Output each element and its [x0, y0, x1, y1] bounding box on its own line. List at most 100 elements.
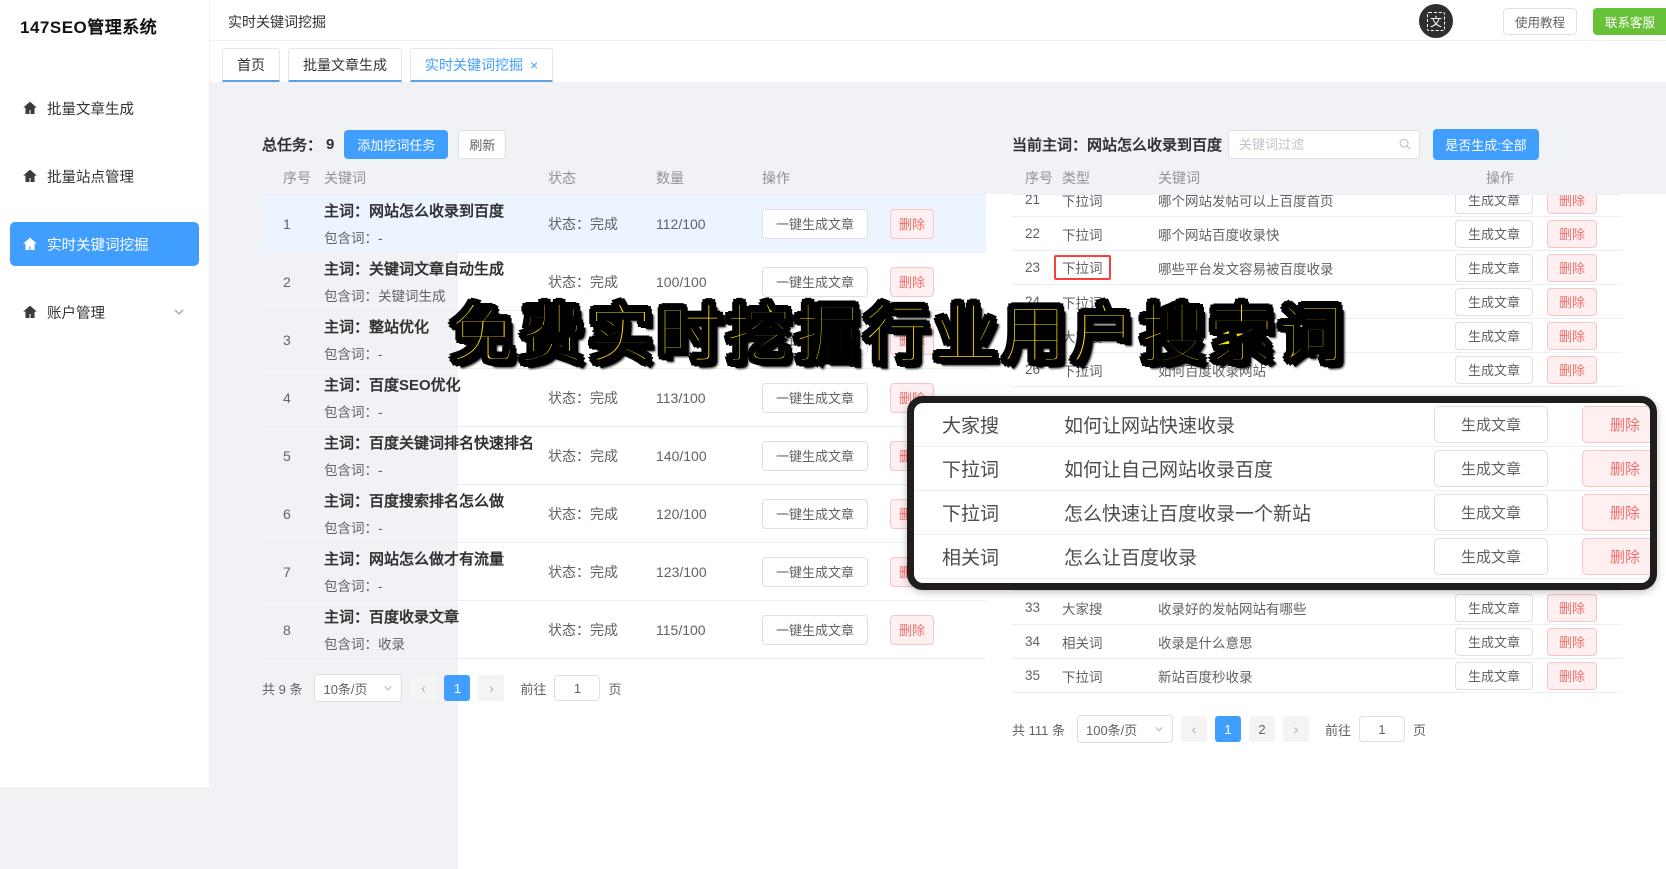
generate-article-button[interactable]: 生成文章 — [1434, 450, 1548, 487]
task-status: 状态：完成 — [548, 563, 618, 580]
sidebar-item-label: 实时关键词挖掘 — [47, 237, 149, 254]
page-suffix: 页 — [608, 681, 622, 697]
task-row[interactable]: 2 主词：关键词文章自动生成 包含词：关键词生成 状态：完成 100/100 一… — [262, 253, 986, 311]
prev-page-button[interactable]: ‹ — [410, 675, 437, 701]
generate-articles-button[interactable]: 一键生成文章 — [762, 556, 868, 587]
page-size-select[interactable]: 10条/页 — [314, 674, 403, 702]
delete-button[interactable]: 删除 — [890, 324, 934, 355]
generate-article-button[interactable]: 生成文章 — [1455, 627, 1533, 656]
generate-article-button[interactable]: 生成文章 — [1455, 253, 1533, 282]
task-main-word: 主词：整站优化 — [324, 319, 430, 337]
prev-page-button[interactable]: ‹ — [1180, 716, 1207, 742]
delete-button[interactable]: 删除 — [1547, 219, 1597, 248]
delete-button[interactable]: 删除 — [1582, 450, 1650, 487]
page-size-select[interactable]: 100条/页 — [1076, 715, 1173, 743]
keyword-row: 35 下拉词 新站百度秒收录 生成文章 删除 — [1012, 659, 1622, 693]
task-row[interactable]: 1 主词：网站怎么收录到百度 包含词：- 状态：完成 112/100 一键生成文… — [262, 195, 986, 253]
delete-button[interactable]: 删除 — [1547, 355, 1597, 384]
generate-article-button[interactable]: 生成文章 — [1434, 406, 1548, 443]
task-status: 状态：完成 — [548, 447, 618, 464]
generate-article-button[interactable]: 生成文章 — [1434, 538, 1548, 575]
refresh-button[interactable]: 刷新 — [458, 129, 507, 159]
generate-article-button[interactable]: 生成文章 — [1455, 321, 1533, 350]
generate-article-button[interactable]: 生成文章 — [1455, 593, 1533, 622]
task-count: 113/100 — [656, 389, 706, 406]
delete-button[interactable]: 删除 — [1547, 287, 1597, 316]
sidebar-item-label: 批量站点管理 — [47, 169, 134, 186]
sidebar-item[interactable]: 批量站点管理 — [10, 154, 199, 198]
delete-button[interactable]: 删除 — [890, 266, 934, 297]
task-count: 112/100 — [656, 215, 706, 232]
generate-articles-button[interactable]: 一键生成文章 — [762, 614, 868, 645]
next-page-button[interactable]: › — [478, 675, 505, 701]
generate-articles-button[interactable]: 一键生成文章 — [762, 498, 868, 529]
app-title: 147SEO管理系统 — [20, 18, 158, 37]
next-page-button[interactable]: › — [1282, 716, 1309, 742]
keyword-type: 下拉词 — [1062, 295, 1103, 311]
delete-button[interactable]: 删除 — [1582, 406, 1650, 443]
task-main-word: 主词：关键词文章自动生成 — [324, 261, 505, 279]
task-row[interactable]: 6 主词：百度搜索排名怎么做 包含词：- 状态：完成 120/100 一键生成文… — [262, 485, 986, 543]
tab[interactable]: 首页 — [222, 48, 280, 82]
page-number-button[interactable]: 1 — [444, 675, 471, 701]
col-no: 序号 — [1025, 170, 1053, 186]
generate-all-button[interactable]: 是否生成:全部 — [1433, 128, 1539, 160]
task-row[interactable]: 5 主词：百度关键词排名快速排名 包含词：- 状态：完成 140/100 一键生… — [262, 427, 986, 485]
task-include-word: 包含词：- — [324, 404, 383, 420]
generate-article-button[interactable]: 生成文章 — [1455, 195, 1533, 214]
sidebar: 147SEO管理系统 批量文章生成 批量站点管理 实时关键词挖掘 账户管理 — [0, 0, 210, 787]
breadcrumb: 实时关键词挖掘 — [228, 14, 326, 30]
row-index: 1 — [283, 215, 291, 232]
tab[interactable]: 批量文章生成 — [288, 48, 402, 82]
sidebar-item[interactable]: 账户管理 — [10, 290, 199, 334]
row-index: 22 — [1025, 226, 1041, 241]
close-icon[interactable]: × — [530, 58, 538, 72]
task-main-word: 主词：百度收录文章 — [324, 609, 460, 627]
generate-articles-button[interactable]: 一键生成文章 — [762, 324, 868, 355]
delete-button[interactable]: 删除 — [1547, 627, 1597, 656]
row-index: 8 — [283, 621, 291, 638]
translate-overlay-icon[interactable]: 文 — [1419, 4, 1453, 38]
add-task-button[interactable]: 添加挖词任务 — [344, 129, 449, 159]
page-number-button[interactable]: 1 — [1214, 716, 1241, 742]
delete-button[interactable]: 删除 — [1547, 195, 1597, 214]
generate-articles-button[interactable]: 一键生成文章 — [762, 440, 868, 471]
delete-button[interactable]: 删除 — [1547, 661, 1597, 690]
tutorial-button[interactable]: 使用教程 — [1503, 8, 1577, 35]
task-row[interactable]: 4 主词：百度SEO优化 包含词：- 状态：完成 113/100 一键生成文章 … — [262, 369, 986, 427]
goto-page-input[interactable] — [1359, 716, 1405, 742]
task-row[interactable]: 8 主词：百度收录文章 包含词：收录 状态：完成 115/100 一键生成文章 … — [262, 601, 986, 659]
task-include-word: 包含词：关键词生成 — [324, 288, 446, 304]
delete-button[interactable]: 删除 — [1582, 494, 1650, 531]
page-number-button[interactable]: 2 — [1248, 716, 1275, 742]
contact-button[interactable]: 联系客服 — [1593, 8, 1666, 35]
row-index: 24 — [1025, 294, 1041, 309]
sidebar-item[interactable]: 实时关键词挖掘 — [10, 222, 199, 266]
keyword-row: 22 下拉词 哪个网站百度收录快 生成文章 删除 — [1012, 217, 1622, 251]
generate-articles-button[interactable]: 一键生成文章 — [762, 266, 868, 297]
generate-article-button[interactable]: 生成文章 — [1455, 661, 1533, 690]
home-icon — [23, 237, 37, 250]
generate-articles-button[interactable]: 一键生成文章 — [762, 208, 868, 239]
delete-button[interactable]: 删除 — [890, 208, 934, 239]
sidebar-item[interactable]: 批量文章生成 — [10, 86, 199, 130]
generate-article-button[interactable]: 生成文章 — [1434, 494, 1548, 531]
generate-article-button[interactable]: 生成文章 — [1455, 287, 1533, 316]
sidebar-item-label: 账户管理 — [47, 305, 105, 322]
goto-page-input[interactable] — [554, 675, 601, 701]
generate-article-button[interactable]: 生成文章 — [1455, 219, 1533, 248]
tab[interactable]: 实时关键词挖掘 × — [410, 48, 554, 82]
delete-button[interactable]: 删除 — [1582, 538, 1650, 575]
delete-button[interactable]: 删除 — [1547, 593, 1597, 622]
task-row[interactable]: 3 主词：整站优化 包含词：- 一键生成文章 删除 — [262, 311, 986, 369]
delete-button[interactable]: 删除 — [1547, 253, 1597, 282]
generate-articles-button[interactable]: 一键生成文章 — [762, 382, 868, 413]
delete-button[interactable]: 删除 — [890, 614, 934, 645]
keyword-type: 大家搜 — [942, 416, 1000, 437]
generate-article-button[interactable]: 生成文章 — [1455, 355, 1533, 384]
keyword-filter-input[interactable] — [1228, 129, 1420, 159]
delete-button[interactable]: 删除 — [1547, 321, 1597, 350]
task-main-word: 主词：网站怎么收录到百度 — [324, 203, 505, 221]
keyword-row: 26 下拉词 如何百度收录网站 生成文章 删除 — [1012, 353, 1622, 387]
task-row[interactable]: 7 主词：网站怎么做才有流量 包含词：- 状态：完成 123/100 一键生成文… — [262, 543, 986, 601]
